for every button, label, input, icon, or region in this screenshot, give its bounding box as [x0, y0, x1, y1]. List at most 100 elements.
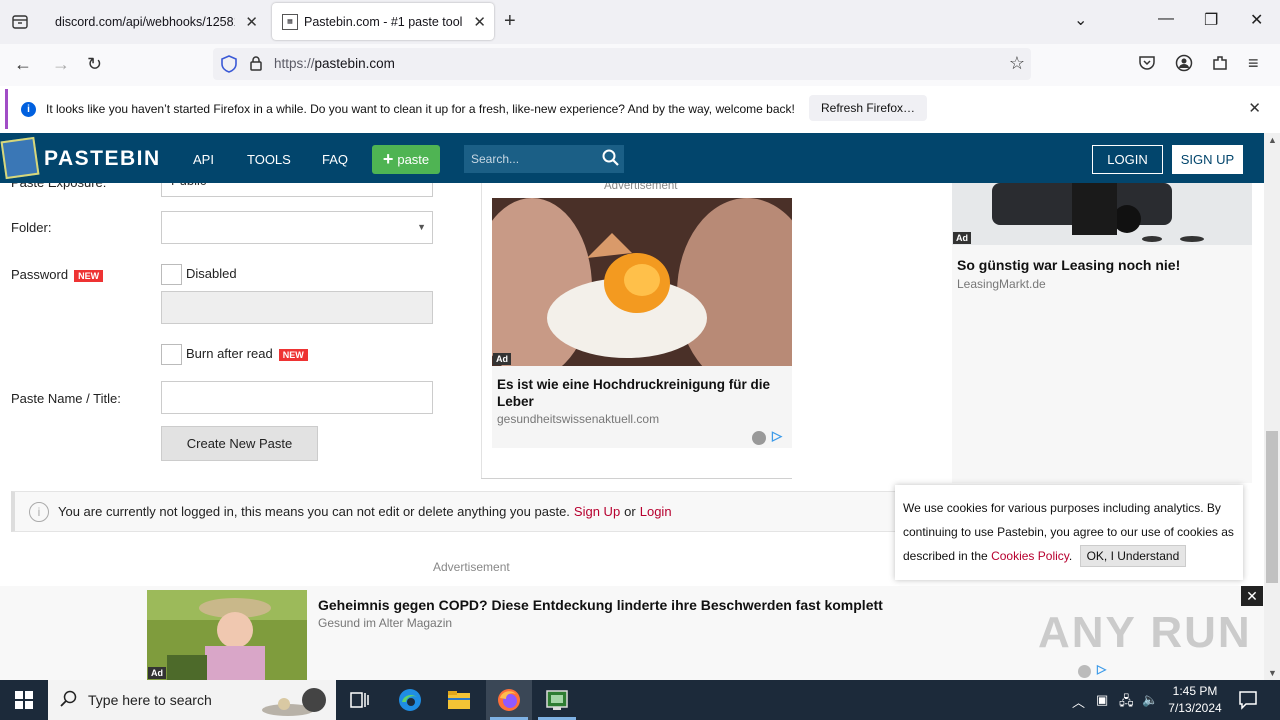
- site-logo-text[interactable]: PASTEBIN: [44, 147, 161, 171]
- close-window-icon[interactable]: ✕: [1250, 10, 1263, 30]
- login-button[interactable]: LOGIN: [1092, 145, 1163, 174]
- list-all-tabs-icon[interactable]: ⌄: [1074, 10, 1087, 30]
- taskbar-search-placeholder: Type here to search: [88, 692, 212, 708]
- taskbar-clock[interactable]: 1:45 PM 7/13/2024: [1160, 683, 1230, 717]
- ad-privacy-icon[interactable]: [1078, 665, 1091, 678]
- burn-after-read-label: Burn after read NEW: [186, 346, 308, 361]
- ad-headline[interactable]: Geheimnis gegen COPD? Diese Entdeckung l…: [318, 597, 883, 613]
- windows-logo-icon: [15, 691, 33, 709]
- password-input[interactable]: [161, 291, 433, 324]
- ad-headline[interactable]: So günstig war Leasing noch nie!: [957, 257, 1180, 273]
- tab-title: Pastebin.com - #1 paste tool since 2002!: [304, 14, 464, 29]
- clock-time: 1:45 PM: [1172, 684, 1218, 698]
- start-button[interactable]: [0, 680, 48, 720]
- pastebin-logo-icon[interactable]: [0, 136, 40, 180]
- new-paste-button[interactable]: + paste: [372, 145, 440, 174]
- adchoices-icon[interactable]: ▷: [1097, 662, 1106, 676]
- burn-after-read-checkbox[interactable]: [161, 344, 182, 365]
- menu-faq[interactable]: FAQ: [322, 152, 348, 167]
- reload-icon[interactable]: ↻: [87, 54, 102, 75]
- create-new-paste-button[interactable]: Create New Paste: [161, 426, 318, 461]
- page-scrollbar[interactable]: ▲ ▼: [1264, 133, 1280, 680]
- ad-tag: Ad: [493, 353, 511, 365]
- browser-tab-strip: discord.com/api/webhooks/125811 ✕ ▦ Past…: [0, 0, 1280, 44]
- scroll-up-icon[interactable]: ▲: [1268, 135, 1277, 145]
- extensions-icon[interactable]: [1211, 54, 1229, 75]
- cookie-accept-button[interactable]: OK, I Understand: [1079, 545, 1187, 567]
- tab-discord[interactable]: discord.com/api/webhooks/125811 ✕: [44, 3, 266, 40]
- notification-text: It looks like you haven’t started Firefo…: [46, 102, 795, 116]
- search-icon[interactable]: [602, 148, 620, 171]
- ad-image: Ad: [147, 590, 307, 680]
- bottom-advertisement[interactable]: Ad Geheimnis gegen COPD? Diese Entdeckun…: [0, 586, 1264, 680]
- middle-advertisement[interactable]: Ad Es ist wie eine Hochdruckreinigung fü…: [492, 198, 792, 448]
- signup-link[interactable]: Sign Up: [574, 504, 620, 519]
- ad-tag: Ad: [148, 667, 166, 679]
- pastebin-header: PASTEBIN API TOOLS FAQ + paste LOGIN SIG…: [0, 133, 1264, 183]
- scrollbar-thumb[interactable]: [1266, 431, 1278, 583]
- signup-button[interactable]: SIGN UP: [1172, 145, 1243, 174]
- folder-select[interactable]: ▼: [161, 211, 433, 244]
- notifications-icon[interactable]: [1238, 690, 1258, 713]
- cookies-policy-link[interactable]: Cookies Policy: [991, 549, 1069, 563]
- right-advertisement[interactable]: Ad So günstig war Leasing noch nie! Leas…: [952, 183, 1252, 483]
- close-tab-icon[interactable]: ✕: [473, 13, 486, 31]
- meet-now-icon[interactable]: ▣: [1096, 692, 1108, 708]
- close-ad-icon[interactable]: ✕: [1241, 586, 1263, 606]
- restore-icon[interactable]: ❐: [1204, 10, 1218, 30]
- new-badge: NEW: [74, 269, 104, 282]
- menu-icon[interactable]: ≡: [1248, 53, 1259, 74]
- scroll-down-icon[interactable]: ▼: [1268, 668, 1277, 678]
- firefox-icon[interactable]: [497, 688, 521, 712]
- edge-icon[interactable]: [398, 688, 422, 712]
- pastebin-favicon-icon: ▦: [282, 13, 298, 30]
- url-bar[interactable]: https://pastebin.com ☆: [213, 48, 1031, 80]
- lock-icon[interactable]: [249, 55, 263, 74]
- info-icon: i: [21, 101, 36, 117]
- ad-image: Ad: [492, 198, 792, 366]
- firefox-notification: i It looks like you haven’t started Fire…: [5, 89, 1275, 129]
- tab-pastebin[interactable]: ▦ Pastebin.com - #1 paste tool since 200…: [272, 3, 494, 40]
- url-text: https://pastebin.com: [274, 56, 395, 71]
- menu-api[interactable]: API: [193, 152, 214, 167]
- search-highlight-icon: [258, 686, 330, 716]
- search-input[interactable]: [464, 145, 594, 173]
- notice-or: or: [624, 504, 636, 519]
- volume-icon[interactable]: 🔈: [1142, 692, 1158, 708]
- password-checkbox[interactable]: [161, 264, 182, 285]
- minimize-icon[interactable]: —: [1158, 10, 1174, 28]
- account-icon[interactable]: [1175, 54, 1193, 75]
- column-divider: [481, 478, 792, 479]
- back-icon[interactable]: ←: [14, 54, 32, 75]
- ad-headline[interactable]: Es ist wie eine Hochdruckreinigung für d…: [497, 376, 787, 410]
- ad-source: gesundheitswissenaktuell.com: [497, 412, 660, 426]
- navigation-bar: ← → ↻ https://pastebin.com ☆ ≡: [0, 44, 1280, 86]
- refresh-firefox-button[interactable]: Refresh Firefox…: [809, 95, 928, 121]
- shield-icon[interactable]: [221, 55, 237, 76]
- tab-list-icon[interactable]: [8, 11, 32, 33]
- notice-text: You are currently not logged in, this me…: [58, 504, 570, 519]
- close-tab-icon[interactable]: ✕: [245, 13, 258, 31]
- ad-source: LeasingMarkt.de: [957, 277, 1046, 291]
- pocket-icon[interactable]: [1138, 54, 1156, 75]
- new-tab-icon[interactable]: +: [504, 10, 516, 33]
- plus-icon: +: [382, 149, 394, 169]
- menu-tools[interactable]: TOOLS: [247, 152, 291, 167]
- forward-icon[interactable]: →: [52, 54, 70, 75]
- ad-privacy-icon[interactable]: [752, 431, 766, 445]
- paste-name-input[interactable]: [161, 381, 433, 414]
- clock-date: 7/13/2024: [1168, 701, 1222, 715]
- bookmark-star-icon[interactable]: ☆: [1009, 53, 1025, 74]
- task-view-icon[interactable]: [348, 688, 372, 712]
- network-icon[interactable]: 🖧: [1119, 692, 1134, 714]
- close-notification-icon[interactable]: ✕: [1248, 99, 1261, 117]
- login-link[interactable]: Login: [640, 504, 672, 519]
- search-icon: [60, 690, 78, 711]
- show-hidden-icons-icon[interactable]: ︿: [1072, 692, 1085, 711]
- terminal-app-icon[interactable]: [545, 688, 569, 712]
- file-explorer-icon[interactable]: [447, 688, 471, 712]
- adchoices-icon[interactable]: ▷: [772, 428, 782, 444]
- anyrun-watermark: ANY RUN: [1038, 608, 1252, 657]
- advertisement-label: Advertisement: [433, 560, 510, 574]
- taskbar-search-box[interactable]: Type here to search: [48, 680, 336, 720]
